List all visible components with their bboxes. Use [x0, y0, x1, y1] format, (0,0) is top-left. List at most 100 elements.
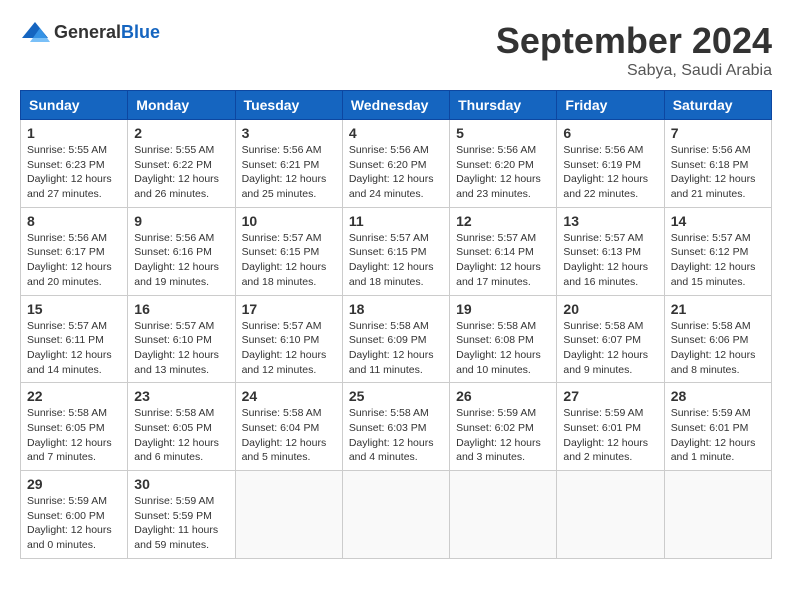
day-number: 6: [563, 125, 657, 141]
day-number: 30: [134, 476, 228, 492]
day-detail: Sunrise: 5:58 AMSunset: 6:04 PMDaylight:…: [242, 406, 336, 465]
calendar-cell: 13Sunrise: 5:57 AMSunset: 6:13 PMDayligh…: [557, 207, 664, 295]
calendar-cell: [450, 471, 557, 559]
calendar-cell: 10 Sunrise: 5:57 AMSunset: 6:15 PMDayligh…: [235, 207, 342, 295]
title-section: September 2024 Sabya, Saudi Arabia: [496, 20, 772, 80]
day-number: 28: [671, 388, 765, 404]
day-detail: Sunrise: 5:59 AMSunset: 6:01 PMDaylight:…: [563, 406, 657, 465]
day-number: 10: [242, 213, 336, 229]
calendar-cell: 9 Sunrise: 5:56 AMSunset: 6:16 PMDaylight…: [128, 207, 235, 295]
day-number: 24: [242, 388, 336, 404]
day-detail: Sunrise: 5:59 AMSunset: 6:01 PMDaylight:…: [671, 406, 765, 465]
day-number: 22: [27, 388, 121, 404]
calendar-cell: 14 Sunrise: 5:57 AMSunset: 6:12 PMDayligh…: [664, 207, 771, 295]
calendar-cell: [664, 471, 771, 559]
day-detail: Sunrise: 5:57 AMSunset: 6:10 PMDaylight:…: [134, 319, 228, 378]
day-number: 5: [456, 125, 550, 141]
calendar-cell: [557, 471, 664, 559]
day-detail: Sunrise: 5:56 AMSunset: 6:19 PMDaylight:…: [563, 143, 657, 202]
day-number: 19: [456, 301, 550, 317]
day-detail: Sunrise: 5:56 AMSunset: 6:20 PMDaylight:…: [456, 143, 550, 202]
day-number: 26: [456, 388, 550, 404]
day-detail: Sunrise: 5:58 AMSunset: 6:06 PMDaylight:…: [671, 319, 765, 378]
day-number: 3: [242, 125, 336, 141]
col-saturday: Saturday: [664, 91, 771, 120]
day-detail: Sunrise: 5:59 AMSunset: 6:00 PMDaylight:…: [27, 494, 121, 553]
col-friday: Friday: [557, 91, 664, 120]
day-detail: Sunrise: 5:55 AMSunset: 6:23 PMDaylight:…: [27, 143, 121, 202]
calendar-cell: 27 Sunrise: 5:59 AMSunset: 6:01 PMDayligh…: [557, 383, 664, 471]
calendar-cell: 24 Sunrise: 5:58 AMSunset: 6:04 PMDayligh…: [235, 383, 342, 471]
day-detail: Sunrise: 5:59 AMSunset: 5:59 PMDaylight:…: [134, 494, 228, 553]
day-detail: Sunrise: 5:58 AMSunset: 6:03 PMDaylight:…: [349, 406, 443, 465]
calendar-cell: 17 Sunrise: 5:57 AMSunset: 6:10 PMDayligh…: [235, 295, 342, 383]
day-number: 9: [134, 213, 228, 229]
calendar-cell: [342, 471, 449, 559]
calendar-cell: 18Sunrise: 5:58 AMSunset: 6:09 PMDayligh…: [342, 295, 449, 383]
calendar-cell: [235, 471, 342, 559]
day-number: 25: [349, 388, 443, 404]
header-row: Sunday Monday Tuesday Wednesday Thursday…: [21, 91, 772, 120]
month-title: September 2024: [496, 20, 772, 62]
day-number: 27: [563, 388, 657, 404]
calendar-cell: 8 Sunrise: 5:56 AMSunset: 6:17 PMDaylight…: [21, 207, 128, 295]
calendar-cell: 2 Sunrise: 5:55 AMSunset: 6:22 PMDaylight…: [128, 120, 235, 208]
calendar-table: Sunday Monday Tuesday Wednesday Thursday…: [20, 90, 772, 559]
day-detail: Sunrise: 5:56 AMSunset: 6:17 PMDaylight:…: [27, 231, 121, 290]
col-monday: Monday: [128, 91, 235, 120]
day-number: 16: [134, 301, 228, 317]
logo-icon: [20, 20, 50, 44]
calendar-cell: 5 Sunrise: 5:56 AMSunset: 6:20 PMDaylight…: [450, 120, 557, 208]
day-number: 12: [456, 213, 550, 229]
calendar-cell: 7Sunrise: 5:56 AMSunset: 6:18 PMDaylight…: [664, 120, 771, 208]
logo-blue: Blue: [121, 22, 160, 42]
day-detail: Sunrise: 5:56 AMSunset: 6:21 PMDaylight:…: [242, 143, 336, 202]
calendar-cell: 3 Sunrise: 5:56 AMSunset: 6:21 PMDaylight…: [235, 120, 342, 208]
week-row: 29 Sunrise: 5:59 AMSunset: 6:00 PMDayligh…: [21, 471, 772, 559]
col-sunday: Sunday: [21, 91, 128, 120]
week-row: 22 Sunrise: 5:58 AMSunset: 6:05 PMDayligh…: [21, 383, 772, 471]
day-number: 17: [242, 301, 336, 317]
day-detail: Sunrise: 5:58 AMSunset: 6:07 PMDaylight:…: [563, 319, 657, 378]
day-number: 23: [134, 388, 228, 404]
calendar-cell: 21 Sunrise: 5:58 AMSunset: 6:06 PMDayligh…: [664, 295, 771, 383]
calendar-cell: 6 Sunrise: 5:56 AMSunset: 6:19 PMDaylight…: [557, 120, 664, 208]
day-detail: Sunrise: 5:57 AMSunset: 6:15 PMDaylight:…: [349, 231, 443, 290]
day-detail: Sunrise: 5:58 AMSunset: 6:05 PMDaylight:…: [134, 406, 228, 465]
day-detail: Sunrise: 5:56 AMSunset: 6:16 PMDaylight:…: [134, 231, 228, 290]
logo-general: General: [54, 22, 121, 42]
calendar-cell: 30 Sunrise: 5:59 AMSunset: 5:59 PMDayligh…: [128, 471, 235, 559]
calendar-cell: 19 Sunrise: 5:58 AMSunset: 6:08 PMDayligh…: [450, 295, 557, 383]
day-detail: Sunrise: 5:57 AMSunset: 6:12 PMDaylight:…: [671, 231, 765, 290]
calendar-cell: 26Sunrise: 5:59 AMSunset: 6:02 PMDayligh…: [450, 383, 557, 471]
day-number: 21: [671, 301, 765, 317]
day-detail: Sunrise: 5:57 AMSunset: 6:10 PMDaylight:…: [242, 319, 336, 378]
day-detail: Sunrise: 5:58 AMSunset: 6:05 PMDaylight:…: [27, 406, 121, 465]
week-row: 1 Sunrise: 5:55 AMSunset: 6:23 PMDaylight…: [21, 120, 772, 208]
day-number: 8: [27, 213, 121, 229]
day-number: 1: [27, 125, 121, 141]
day-detail: Sunrise: 5:56 AMSunset: 6:18 PMDaylight:…: [671, 143, 765, 202]
week-row: 15Sunrise: 5:57 AMSunset: 6:11 PMDayligh…: [21, 295, 772, 383]
calendar-cell: 16 Sunrise: 5:57 AMSunset: 6:10 PMDayligh…: [128, 295, 235, 383]
day-detail: Sunrise: 5:58 AMSunset: 6:08 PMDaylight:…: [456, 319, 550, 378]
calendar-cell: 12 Sunrise: 5:57 AMSunset: 6:14 PMDayligh…: [450, 207, 557, 295]
calendar-cell: 29 Sunrise: 5:59 AMSunset: 6:00 PMDayligh…: [21, 471, 128, 559]
col-wednesday: Wednesday: [342, 91, 449, 120]
calendar-cell: 22 Sunrise: 5:58 AMSunset: 6:05 PMDayligh…: [21, 383, 128, 471]
day-detail: Sunrise: 5:57 AMSunset: 6:15 PMDaylight:…: [242, 231, 336, 290]
calendar-cell: 25 Sunrise: 5:58 AMSunset: 6:03 PMDayligh…: [342, 383, 449, 471]
day-detail: Sunrise: 5:57 AMSunset: 6:14 PMDaylight:…: [456, 231, 550, 290]
day-detail: Sunrise: 5:55 AMSunset: 6:22 PMDaylight:…: [134, 143, 228, 202]
logo: GeneralBlue: [20, 20, 160, 44]
day-number: 14: [671, 213, 765, 229]
day-number: 2: [134, 125, 228, 141]
calendar-cell: 11Sunrise: 5:57 AMSunset: 6:15 PMDayligh…: [342, 207, 449, 295]
day-number: 20: [563, 301, 657, 317]
calendar-cell: 4Sunrise: 5:56 AMSunset: 6:20 PMDaylight…: [342, 120, 449, 208]
day-detail: Sunrise: 5:57 AMSunset: 6:13 PMDaylight:…: [563, 231, 657, 290]
calendar-cell: 23 Sunrise: 5:58 AMSunset: 6:05 PMDayligh…: [128, 383, 235, 471]
day-number: 29: [27, 476, 121, 492]
calendar-cell: 1 Sunrise: 5:55 AMSunset: 6:23 PMDaylight…: [21, 120, 128, 208]
day-number: 4: [349, 125, 443, 141]
